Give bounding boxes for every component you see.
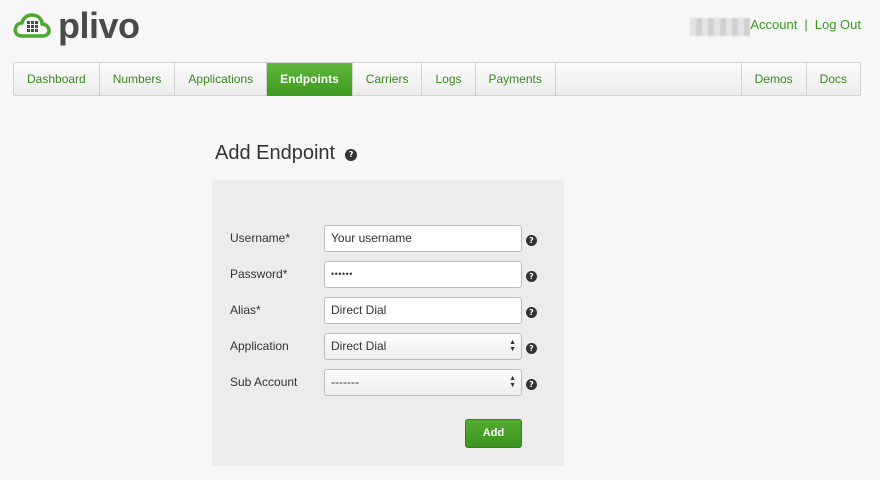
application-selected-value: Direct Dial bbox=[331, 339, 387, 353]
question-circle-icon[interactable]: ? bbox=[526, 343, 537, 354]
page-title: Add Endpoint ? bbox=[215, 142, 358, 165]
username-input[interactable]: Your username bbox=[324, 225, 522, 252]
nav-payments[interactable]: Payments bbox=[476, 63, 556, 95]
application-row: Application Direct Dial ▲ ▼ ? bbox=[212, 333, 564, 361]
plivo-logo[interactable]: plivo bbox=[12, 6, 140, 46]
alias-row: Alias* Direct Dial ? bbox=[212, 297, 564, 325]
main-nav: Dashboard Numbers Applications Endpoints… bbox=[13, 62, 861, 96]
sub-account-row: Sub Account ------- ▲ ▼ ? bbox=[212, 369, 564, 397]
password-label: Password* bbox=[230, 267, 288, 281]
application-label: Application bbox=[230, 339, 289, 353]
account-links: Account | Log Out bbox=[750, 17, 861, 32]
nav-applications[interactable]: Applications bbox=[175, 63, 268, 95]
password-row: Password* •••••• ? bbox=[212, 261, 564, 289]
sub-account-label: Sub Account bbox=[230, 375, 298, 389]
application-select[interactable]: Direct Dial ▲ ▼ bbox=[324, 333, 522, 360]
nav-numbers[interactable]: Numbers bbox=[100, 63, 176, 95]
question-circle-icon[interactable]: ? bbox=[526, 235, 537, 246]
logout-link[interactable]: Log Out bbox=[815, 17, 861, 32]
updown-arrows-icon: ▲ ▼ bbox=[509, 375, 516, 389]
nav-logs[interactable]: Logs bbox=[422, 63, 476, 95]
question-circle-icon[interactable]: ? bbox=[526, 379, 537, 390]
nav-dashboard[interactable]: Dashboard bbox=[14, 63, 100, 95]
redacted-username bbox=[690, 18, 750, 36]
page-title-text: Add Endpoint bbox=[215, 142, 336, 164]
link-separator: | bbox=[804, 17, 808, 32]
question-circle-icon[interactable]: ? bbox=[345, 149, 358, 161]
username-label: Username* bbox=[230, 231, 291, 245]
question-circle-icon[interactable]: ? bbox=[526, 271, 537, 282]
password-input[interactable]: •••••• bbox=[324, 261, 522, 288]
nav-spacer bbox=[556, 63, 742, 95]
alias-input[interactable]: Direct Dial bbox=[324, 297, 522, 324]
nav-endpoints[interactable]: Endpoints bbox=[267, 63, 353, 96]
nav-docs[interactable]: Docs bbox=[807, 63, 860, 95]
question-circle-icon[interactable]: ? bbox=[526, 307, 537, 318]
account-link[interactable]: Account bbox=[750, 17, 797, 32]
brand-name: plivo bbox=[58, 5, 140, 46]
nav-demos[interactable]: Demos bbox=[742, 63, 807, 95]
nav-carriers[interactable]: Carriers bbox=[353, 63, 423, 95]
sub-account-selected-value: ------- bbox=[331, 375, 359, 389]
add-endpoint-form: Username* Your username ? Password* ••••… bbox=[212, 180, 564, 466]
username-row: Username* Your username ? bbox=[212, 225, 564, 253]
cloud-grid-icon bbox=[13, 13, 51, 38]
add-button[interactable]: Add bbox=[465, 419, 522, 448]
updown-arrows-icon: ▲ ▼ bbox=[509, 339, 516, 353]
sub-account-select[interactable]: ------- ▲ ▼ bbox=[324, 369, 522, 396]
alias-label: Alias* bbox=[230, 303, 261, 317]
